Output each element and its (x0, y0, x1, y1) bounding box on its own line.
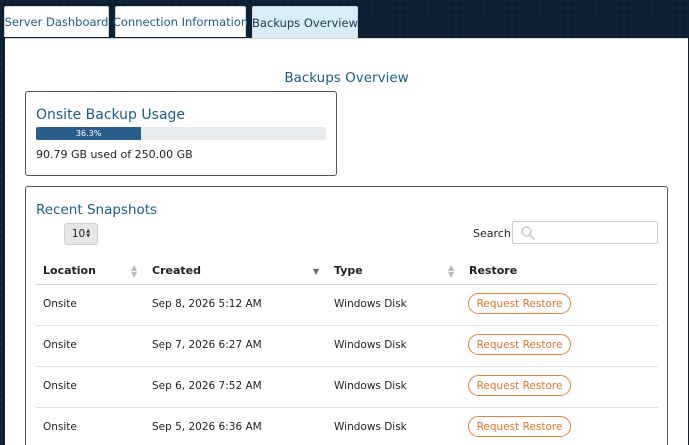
cell-location: Onsite (43, 421, 77, 433)
sort-arrows-icon[interactable]: ▲ ▼ (131, 264, 137, 279)
cell-type: Windows Disk (334, 421, 407, 433)
table-row: Onsite Sep 5, 2026 6:36 AM Windows Disk … (36, 408, 658, 445)
search-icon (521, 226, 536, 241)
tab-server-dashboard[interactable]: Server Dashboard (4, 6, 109, 37)
table-row: Onsite Sep 6, 2026 7:52 AM Windows Disk … (36, 367, 658, 408)
cell-location: Onsite (43, 380, 77, 392)
cell-location: Onsite (43, 339, 77, 351)
cell-created: Sep 8, 2026 5:12 AM (152, 298, 262, 310)
sort-desc-icon[interactable]: ▼ (313, 268, 319, 276)
table-row: Onsite Sep 8, 2026 5:12 AM Windows Disk … (36, 285, 658, 326)
cell-type: Windows Disk (334, 380, 407, 392)
request-restore-button[interactable]: Request Restore (468, 334, 571, 355)
cell-location: Onsite (43, 298, 77, 310)
select-arrows-icon: ▲ ▼ (86, 228, 91, 239)
table-header: Location ▲ ▼ Created ▼ Type ▲ ▼ Restore (36, 255, 658, 285)
main-panel: Backups Overview Onsite Backup Usage 36.… (5, 38, 688, 445)
request-restore-button[interactable]: Request Restore (468, 293, 571, 314)
usage-title: Onsite Backup Usage (36, 107, 186, 123)
sort-arrows-icon[interactable]: ▲ ▼ (448, 264, 454, 279)
usage-progress-fill: 36.3% (36, 127, 142, 140)
cell-created: Sep 7, 2026 6:27 AM (152, 339, 262, 351)
table-row: Onsite Sep 7, 2026 6:27 AM Windows Disk … (36, 326, 658, 367)
search-input[interactable] (512, 221, 658, 244)
tab-connection-information[interactable]: Connection Information (113, 6, 248, 37)
cell-created: Sep 6, 2026 7:52 AM (152, 380, 262, 392)
snapshots-card: Recent Snapshots 10 ▲ ▼ Search: Location … (25, 186, 668, 445)
column-header-location[interactable]: Location (43, 264, 96, 277)
column-header-created[interactable]: Created (152, 264, 201, 277)
snapshots-title: Recent Snapshots (36, 202, 158, 218)
page-length-value: 10 (71, 228, 86, 240)
column-header-restore: Restore (469, 264, 518, 277)
request-restore-button[interactable]: Request Restore (468, 375, 571, 396)
cell-created: Sep 5, 2026 6:36 AM (152, 421, 262, 433)
cell-type: Windows Disk (334, 339, 407, 351)
usage-summary: 90.79 GB used of 250.00 GB (36, 148, 193, 161)
column-header-type[interactable]: Type (334, 264, 363, 277)
cell-type: Windows Disk (334, 298, 407, 310)
usage-card: Onsite Backup Usage 36.3% 90.79 GB used … (25, 91, 337, 176)
request-restore-button[interactable]: Request Restore (468, 416, 571, 437)
usage-progress-label: 36.3% (75, 129, 102, 138)
tab-backups-overview[interactable]: Backups Overview (252, 6, 358, 38)
page-length-select[interactable]: 10 ▲ ▼ (64, 223, 98, 245)
search-label: Search: (473, 227, 515, 240)
page-title: Backups Overview (284, 70, 409, 86)
usage-progress-bar: 36.3% (36, 127, 326, 140)
